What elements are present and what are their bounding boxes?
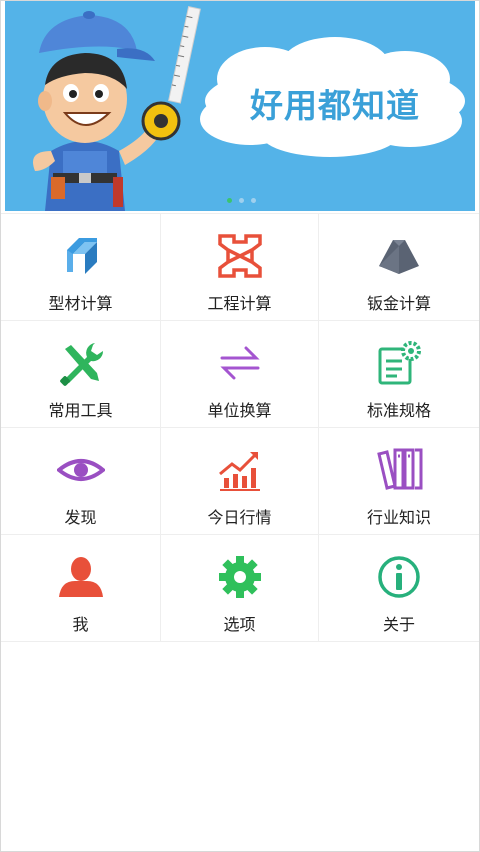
menu-item-label: 行业知识 [366,508,431,527]
spec-document-gear-icon [375,339,423,387]
menu-item-engineering-calc[interactable]: 工程计算 [161,214,319,321]
menu-item-unit-conversion[interactable]: 单位换算 [161,321,319,428]
menu-item-label: 常用工具 [48,401,113,420]
menu-item-industry-knowledge[interactable]: 行业知识 [319,428,479,535]
sheet-metal-icon [375,232,423,280]
info-icon [375,553,423,601]
menu-item-options[interactable]: 选项 [161,535,319,642]
menu-item-label: 单位换算 [207,401,272,420]
menu-item-label: 工程计算 [207,294,272,313]
convert-arrows-icon [216,339,264,387]
menu-item-label: 我 [72,615,89,634]
menu-item-common-tools[interactable]: 常用工具 [1,321,161,428]
carousel-dot-1[interactable] [227,198,232,203]
banner-slogan: 好用都知道 [250,86,420,125]
menu-item-sheet-metal-calc[interactable]: 钣金计算 [319,214,479,321]
engineering-truss-icon [216,232,264,280]
eye-icon [56,446,105,494]
carousel-dot-3[interactable] [251,198,256,203]
user-icon [57,553,105,601]
menu-item-about[interactable]: 关于 [319,535,479,642]
app-screen: 好用都知道 型材计算 工程计算 钣金计算 常用工具 单位换算 标准规格 发现 今… [0,0,480,852]
carousel-indicator [227,198,256,203]
carousel-dot-2[interactable] [239,198,244,203]
gear-icon [216,553,264,601]
menu-item-label: 发现 [64,508,97,527]
banner-carousel[interactable]: 好用都知道 [5,1,475,211]
menu-item-label: 选项 [223,615,256,634]
menu-item-label: 钣金计算 [366,294,431,313]
menu-item-label: 型材计算 [48,294,113,313]
profile-beam-icon [57,232,105,280]
market-chart-icon [216,446,264,494]
wrench-screwdriver-icon [57,339,105,387]
menu-item-me[interactable]: 我 [1,535,161,642]
menu-item-standard-specs[interactable]: 标准规格 [319,321,479,428]
books-icon [375,446,423,494]
feature-menu-grid: 型材计算 工程计算 钣金计算 常用工具 单位换算 标准规格 发现 今日行情 行业… [1,213,479,642]
menu-item-label: 今日行情 [207,508,272,527]
menu-item-profile-calc[interactable]: 型材计算 [1,214,161,321]
menu-item-market-today[interactable]: 今日行情 [161,428,319,535]
menu-item-label: 标准规格 [366,401,431,420]
menu-item-discover[interactable]: 发现 [1,428,161,535]
menu-item-label: 关于 [382,615,415,634]
